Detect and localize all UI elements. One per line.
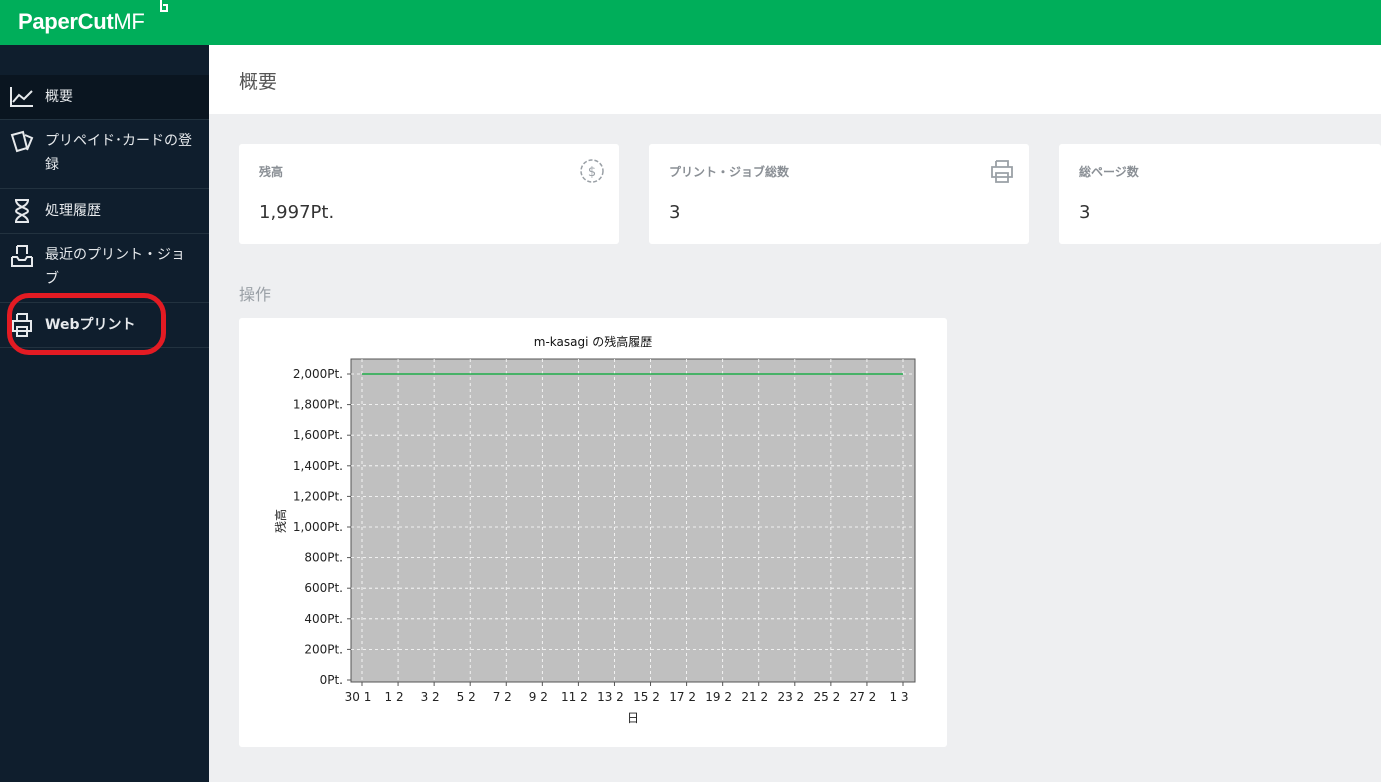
sidebar-item-prepaid-card[interactable]: プリペイド･カードの登録 xyxy=(0,120,209,189)
x-tick-label: 21 2 xyxy=(741,690,768,704)
section-title: 操作 xyxy=(239,285,272,304)
y-tick-label: 0Pt. xyxy=(320,673,343,687)
y-tick-label: 1,800Pt. xyxy=(293,398,343,412)
y-tick-label: 400Pt. xyxy=(304,612,343,626)
chart-title: m-kasagi の残高履歴 xyxy=(534,334,652,349)
red-highlight-annotation xyxy=(7,293,166,355)
x-tick-label: 15 2 xyxy=(633,690,660,704)
y-tick-label: 1,600Pt. xyxy=(293,428,343,442)
x-tick-label: 13 2 xyxy=(597,690,624,704)
sidebar-item-overview[interactable]: 概要 xyxy=(0,75,209,120)
total-pages-card: 総ページ数 3 xyxy=(1059,144,1381,244)
line-chart-icon xyxy=(10,87,33,107)
y-tick-label: 1,400Pt. xyxy=(293,459,343,473)
sidebar-item-label: 処理履歴 xyxy=(45,203,101,219)
logo-main: PaperCut xyxy=(18,9,114,34)
sidebar-item-transaction-history[interactable]: 処理履歴 xyxy=(0,189,209,234)
svg-text:$: $ xyxy=(588,165,596,180)
page-header: 概要 xyxy=(209,45,1381,114)
y-tick-label: 1,000Pt. xyxy=(293,520,343,534)
print-jobs-card: プリント・ジョブ総数 3 xyxy=(649,144,1029,244)
x-tick-label: 30 1 xyxy=(345,690,372,704)
y-tick-label: 2,000Pt. xyxy=(293,367,343,381)
inbox-tray-icon xyxy=(11,245,33,267)
printer-icon xyxy=(991,160,1013,183)
sidebar-item-label: 最近のプリント・ジョブ xyxy=(45,247,185,287)
logo-mark-icon xyxy=(160,0,168,12)
logo-suffix: MF xyxy=(113,9,145,34)
x-tick-label: 1 2 xyxy=(385,690,404,704)
dollar-circle-icon: $ xyxy=(580,159,604,183)
sidebar: 概要 プリペイド･カードの登録 処理履歴 最近のプリント・ジョブ Webプリント xyxy=(0,45,209,782)
balance-card: 残高 1,997Pt. $ xyxy=(239,144,619,244)
card-value: 3 xyxy=(669,202,681,223)
x-tick-label: 11 2 xyxy=(561,690,588,704)
y-tick-label: 800Pt. xyxy=(304,551,343,565)
x-tick-label: 7 2 xyxy=(493,690,512,704)
hourglass-icon xyxy=(14,199,30,223)
sidebar-item-label: プリペイド･カードの登録 xyxy=(45,133,192,173)
x-tick-label: 23 2 xyxy=(777,690,804,704)
x-tick-label: 5 2 xyxy=(457,690,476,704)
card-label: 総ページ数 xyxy=(1079,165,1139,179)
x-tick-label: 3 2 xyxy=(421,690,440,704)
page-title: 概要 xyxy=(239,71,278,93)
card-label: 残高 xyxy=(259,165,284,179)
plot-area xyxy=(350,358,916,683)
papercut-logo[interactable]: PaperCutMF xyxy=(18,9,145,35)
x-axis-label: 日 xyxy=(627,711,639,725)
y-tick-label: 600Pt. xyxy=(304,581,343,595)
sidebar-item-label: 概要 xyxy=(45,89,73,105)
x-tick-label: 19 2 xyxy=(705,690,732,704)
y-tick-label: 200Pt. xyxy=(304,642,343,656)
x-tick-label: 27 2 xyxy=(850,690,877,704)
x-tick-label: 9 2 xyxy=(529,690,548,704)
y-tick-label: 1,200Pt. xyxy=(293,489,343,503)
balance-history-chart: m-kasagi の残高履歴 0Pt. 200Pt. 400Pt. 600Pt. 800P… xyxy=(239,318,947,747)
y-axis-label: 残高 xyxy=(273,509,288,533)
chart-svg: m-kasagi の残高履歴 0Pt. 200Pt. 400Pt. 600Pt. 800P… xyxy=(273,334,916,725)
x-tick-label: 1 3 xyxy=(889,690,908,704)
card-value: 3 xyxy=(1079,202,1091,223)
card-label: プリント・ジョブ総数 xyxy=(669,165,790,179)
x-tick-label: 17 2 xyxy=(669,690,696,704)
card-value: 1,997Pt. xyxy=(259,202,335,223)
top-bar: PaperCutMF xyxy=(0,0,1381,45)
x-tick-label: 25 2 xyxy=(814,690,841,704)
card-icon xyxy=(10,130,34,153)
